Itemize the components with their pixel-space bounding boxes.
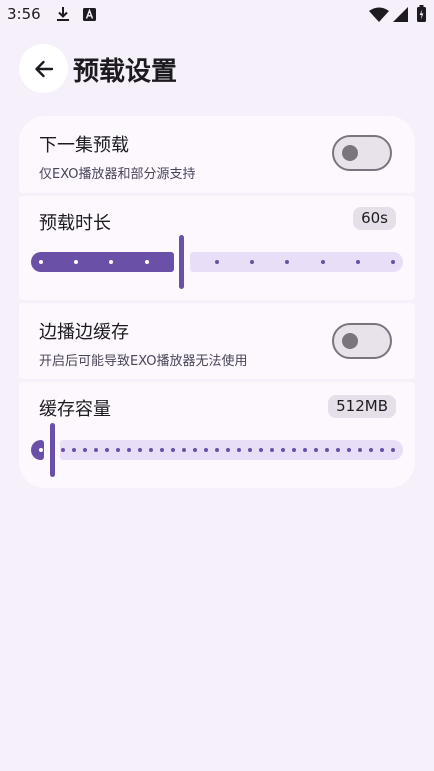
slider-tick (160, 448, 164, 452)
cache-capacity-value-badge: 512MB (328, 395, 396, 418)
slider-tick (303, 448, 307, 452)
battery-icon (417, 5, 426, 22)
slider-thumb[interactable] (49, 423, 55, 477)
slider-tick (226, 448, 230, 452)
slider-tick (336, 448, 340, 452)
slider-tick (116, 448, 120, 452)
wifi-icon (369, 7, 389, 22)
slider-tick (325, 448, 329, 452)
slider-tick (292, 448, 296, 452)
slider-tick (72, 448, 76, 452)
slider-tick (380, 448, 384, 452)
slider-tick (215, 260, 219, 264)
slider-tick (237, 448, 241, 452)
setting-title: 缓存容量 (39, 399, 111, 420)
slider-tick (347, 448, 351, 452)
setting-title: 下一集预载 (39, 135, 129, 156)
slider-tick (391, 260, 395, 264)
status-bar: 3:56 (0, 0, 434, 30)
slider-tick (369, 448, 373, 452)
setting-cache-capacity: 缓存容量 512MB (19, 382, 415, 488)
slider-tick (204, 448, 208, 452)
preload-duration-slider[interactable] (31, 235, 403, 289)
slider-tick (94, 448, 98, 452)
arrow-left-icon (34, 60, 53, 77)
switch-knob (342, 333, 358, 349)
signal-icon (393, 7, 408, 22)
slider-tick (391, 448, 395, 452)
slider-tick (39, 260, 43, 264)
page-title: 预载设置 (73, 57, 178, 87)
slider-tick (83, 448, 87, 452)
slider-track-inactive (189, 252, 403, 272)
back-button[interactable] (19, 44, 68, 93)
slider-tick (138, 448, 142, 452)
slider-tick (127, 448, 131, 452)
slider-tick (259, 448, 263, 452)
status-time: 3:56 (7, 5, 41, 23)
slider-tick (248, 448, 252, 452)
slider-tick (358, 448, 362, 452)
preload-duration-value-badge: 60s (353, 207, 396, 230)
setting-play-while-cache[interactable]: 边播边缓存 开启后可能导致EXO播放器无法使用 (19, 303, 415, 379)
slider-tick (281, 448, 285, 452)
slider-tick (314, 448, 318, 452)
switch-knob (342, 145, 358, 161)
slider-tick (61, 448, 65, 452)
play-while-cache-switch[interactable] (332, 323, 392, 359)
slider-tick (171, 448, 175, 452)
slider-tick (193, 448, 197, 452)
setting-title: 预载时长 (39, 213, 111, 234)
a-notification-icon (83, 8, 96, 21)
slider-tick (144, 260, 149, 264)
next-episode-preload-switch[interactable] (332, 135, 392, 171)
setting-title: 边播边缓存 (39, 322, 129, 343)
slider-track-inactive (60, 440, 403, 460)
setting-subtitle: 仅EXO播放器和部分源支持 (39, 167, 196, 182)
slider-tick (149, 448, 153, 452)
slider-tick (105, 448, 109, 452)
cache-capacity-slider[interactable] (31, 423, 403, 477)
slider-tick (215, 448, 219, 452)
slider-tick (39, 448, 43, 452)
setting-subtitle: 开启后可能导致EXO播放器无法使用 (39, 354, 248, 369)
slider-tick (355, 260, 360, 264)
slider-track-active (31, 252, 174, 272)
download-icon (57, 7, 69, 21)
slider-thumb[interactable] (179, 235, 185, 289)
setting-preload-duration: 预载时长 60s (19, 196, 415, 300)
slider-tick (182, 448, 186, 452)
slider-tick (270, 448, 274, 452)
setting-next-episode-preload[interactable]: 下一集预载 仅EXO播放器和部分源支持 (19, 116, 415, 193)
slider-tick (320, 260, 325, 264)
